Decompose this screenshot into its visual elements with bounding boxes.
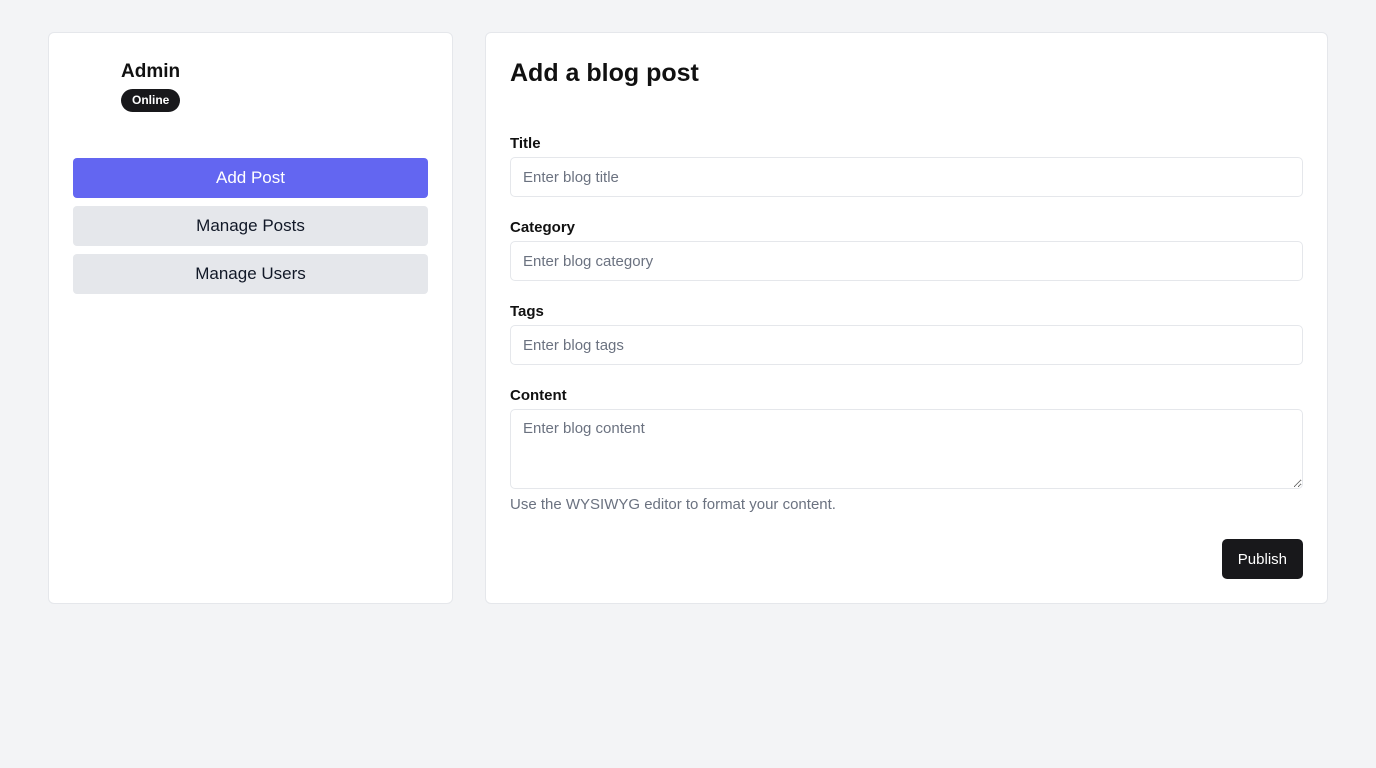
tags-input[interactable] — [510, 325, 1303, 365]
category-input[interactable] — [510, 241, 1303, 281]
sidebar: Admin Online Add Post Manage Posts Manag… — [48, 32, 453, 604]
profile: Admin Online — [121, 61, 181, 112]
blog-post-form: Add a blog post Title Category Tags Cont… — [485, 32, 1328, 604]
sidebar-nav: Add Post Manage Posts Manage Users — [73, 158, 428, 302]
manage-users-button[interactable]: Manage Users — [73, 254, 428, 294]
category-label: Category — [510, 219, 576, 236]
manage-posts-button[interactable]: Manage Posts — [73, 206, 428, 246]
add-post-button[interactable]: Add Post — [73, 158, 428, 198]
publish-button[interactable]: Publish — [1221, 539, 1303, 579]
content-label: Content — [510, 387, 567, 404]
content-help-text: Use the WYSIWYG editor to format your co… — [510, 496, 836, 513]
title-label: Title — [510, 135, 541, 152]
profile-name: Admin — [121, 61, 181, 82]
title-input[interactable] — [510, 157, 1303, 197]
tags-label: Tags — [510, 303, 544, 320]
page-title: Add a blog post — [510, 59, 699, 87]
content-textarea[interactable] — [510, 409, 1303, 489]
status-badge: Online — [121, 89, 181, 112]
